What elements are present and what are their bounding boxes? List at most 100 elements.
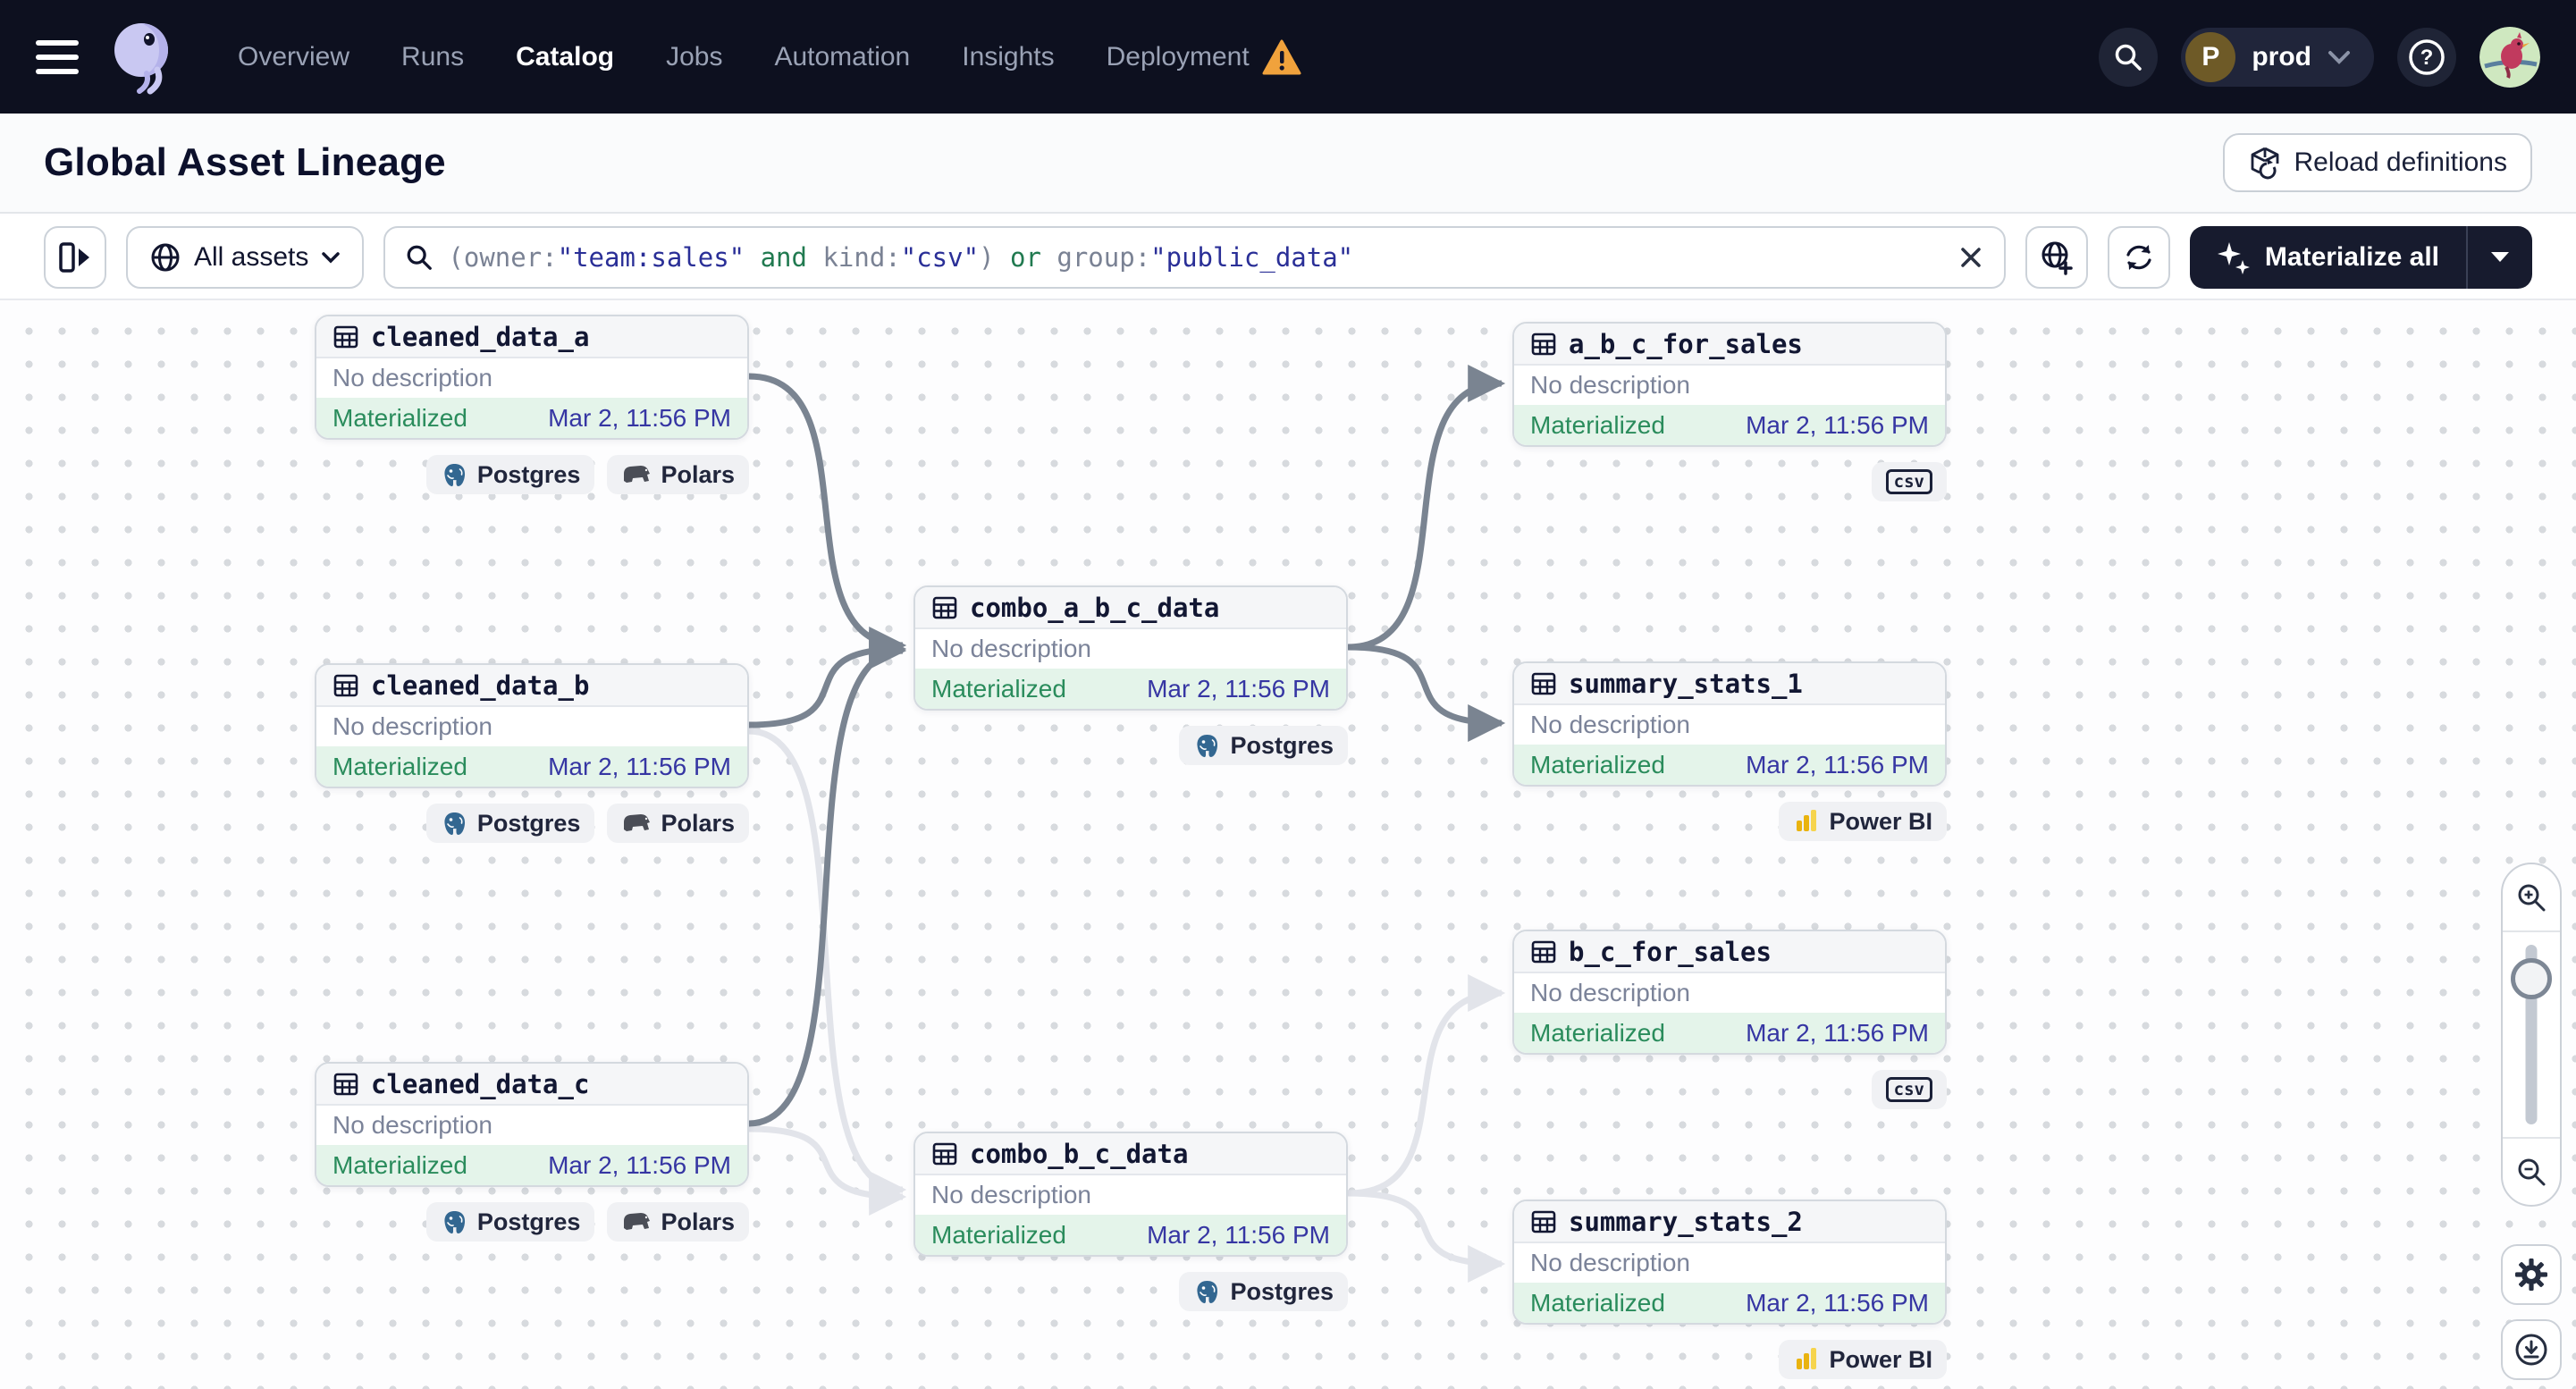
postgres-icon (1197, 1280, 1218, 1303)
kind-tag-postgres[interactable]: Postgres (1179, 726, 1348, 765)
nav-item-overview[interactable]: Overview (238, 42, 349, 72)
gear-icon (2515, 1259, 2547, 1291)
asset-name: summary_stats_2 (1569, 1206, 1803, 1237)
kind-tag-postgres[interactable]: Postgres (425, 455, 595, 494)
asset-card[interactable]: cleaned_data_c No description Materialized… (315, 1062, 749, 1187)
nav-item-jobs[interactable]: Jobs (666, 42, 722, 72)
kind-tag-csv[interactable]: csv (1871, 462, 1947, 501)
panel-expand-icon (59, 241, 89, 273)
nav-item-deployment[interactable]: Deployment (1107, 42, 1250, 72)
tag-label: Postgres (1230, 731, 1334, 759)
kind-tag-powerbi[interactable]: Power BI (1779, 1340, 1947, 1379)
kind-tag-powerbi[interactable]: Power BI (1779, 802, 1947, 841)
asset-card[interactable]: combo_b_c_data No description Materialized… (913, 1132, 1348, 1257)
asset-node-cleaned_data_a[interactable]: cleaned_data_a No description Materialized… (315, 315, 749, 494)
materialize-options-button[interactable] (2468, 250, 2532, 265)
status-badge: Materialized (931, 674, 1066, 703)
reload-definitions-icon (2251, 147, 2278, 180)
asset-status-row[interactable]: Materialized Mar 2, 11:56 PM (316, 398, 747, 438)
asset-status-row[interactable]: Materialized Mar 2, 11:56 PM (1514, 405, 1945, 445)
nav-item-automation[interactable]: Automation (774, 42, 910, 72)
kind-tag-postgres[interactable]: Postgres (425, 1202, 595, 1242)
asset-node-cleaned_data_c[interactable]: cleaned_data_c No description Materialized… (315, 1062, 749, 1242)
asset-node-combo_b_c_data[interactable]: combo_b_c_data No description Materialized… (913, 1132, 1348, 1311)
asset-node-header[interactable]: summary_stats_2 (1514, 1201, 1945, 1243)
help-button[interactable]: ? (2397, 27, 2456, 87)
search-icon (407, 245, 433, 270)
asset-node-b_c_for_sales[interactable]: b_c_for_sales No description Materialized M… (1512, 930, 1947, 1109)
kind-tag-postgres[interactable]: Postgres (1179, 1272, 1348, 1311)
new-asset-selection-button[interactable] (2025, 225, 2088, 289)
dagster-app: Overview Runs Catalog Jobs Automation Insight… (0, 0, 2576, 1389)
nav-item-catalog[interactable]: Catalog (516, 42, 614, 72)
kind-tag-postgres[interactable]: Postgres (425, 804, 595, 843)
asset-status-row[interactable]: Materialized Mar 2, 11:56 PM (316, 1145, 747, 1185)
asset-node-header[interactable]: combo_b_c_data (915, 1133, 1346, 1175)
asset-status-row[interactable]: Materialized Mar 2, 11:56 PM (316, 746, 747, 787)
asset-description: No description (333, 712, 492, 740)
reload-definitions-button[interactable]: Reload definitions (2222, 133, 2532, 192)
graph-settings-button[interactable] (2501, 1244, 2562, 1305)
open-sidebar-button[interactable] (44, 225, 106, 289)
asset-node-combo_a_b_c_data[interactable]: combo_a_b_c_data No description Materializ… (913, 585, 1348, 765)
kind-tag-polars[interactable]: Polars (607, 1202, 749, 1242)
dagster-logo-icon[interactable] (111, 20, 175, 95)
asset-scope-dropdown[interactable]: All assets (126, 225, 365, 289)
asset-status-row[interactable]: Materialized Mar 2, 11:56 PM (915, 1215, 1346, 1255)
materialization-timestamp: Mar 2, 11:56 PM (1147, 1220, 1330, 1249)
materialize-all-button[interactable]: Materialize all (2190, 240, 2466, 274)
environment-switcher[interactable]: P prod (2181, 27, 2374, 87)
asset-status-row[interactable]: Materialized Mar 2, 11:56 PM (1514, 1013, 1945, 1053)
refresh-button[interactable] (2107, 225, 2170, 289)
asset-node-header[interactable]: combo_a_b_c_data (915, 587, 1346, 629)
asset-card[interactable]: a_b_c_for_sales No description Materialize… (1512, 322, 1947, 447)
asset-card[interactable]: b_c_for_sales No description Materialized M… (1512, 930, 1947, 1055)
kind-tag-polars[interactable]: Polars (607, 455, 749, 494)
zoom-slider-thumb[interactable] (2511, 958, 2552, 999)
asset-status-row[interactable]: Materialized Mar 2, 11:56 PM (915, 669, 1346, 709)
asset-node-summary_stats_2[interactable]: summary_stats_2 No description Materialize… (1512, 1200, 1947, 1379)
asset-card[interactable]: cleaned_data_a No description Materialized… (315, 315, 749, 440)
asset-node-header[interactable]: a_b_c_for_sales (1514, 324, 1945, 366)
asset-node-header[interactable]: cleaned_data_c (316, 1064, 747, 1106)
asset-description: No description (1530, 711, 1690, 738)
asset-status-row[interactable]: Materialized Mar 2, 11:56 PM (1514, 1283, 1945, 1323)
zoom-out-button[interactable] (2503, 1139, 2560, 1205)
help-icon: ? (2409, 38, 2445, 75)
environment-badge: P (2185, 31, 2236, 82)
clear-search-icon[interactable] (1957, 244, 1984, 271)
query-segment: kind: (822, 241, 901, 273)
asset-description: No description (1530, 979, 1690, 1006)
asset-node-a_b_c_for_sales[interactable]: a_b_c_for_sales No description Materialize… (1512, 322, 1947, 501)
asset-card[interactable]: summary_stats_2 No description Materialize… (1512, 1200, 1947, 1325)
user-avatar[interactable] (2479, 26, 2540, 88)
kind-tag-polars[interactable]: Polars (607, 804, 749, 843)
asset-node-header[interactable]: b_c_for_sales (1514, 931, 1945, 973)
asset-node-header[interactable]: cleaned_data_a (316, 316, 747, 358)
table-icon (932, 1142, 957, 1165)
asset-card[interactable]: combo_a_b_c_data No description Materializ… (913, 585, 1348, 711)
zoom-slider[interactable] (2503, 932, 2560, 1137)
asset-card[interactable]: summary_stats_1 No description Materialize… (1512, 661, 1947, 787)
asset-node-header[interactable]: summary_stats_1 (1514, 663, 1945, 705)
asset-node-summary_stats_1[interactable]: summary_stats_1 No description Materialize… (1512, 661, 1947, 841)
tag-label: Polars (661, 460, 735, 488)
asset-name: cleaned_data_c (371, 1068, 590, 1099)
reload-definitions-label: Reload definitions (2294, 147, 2508, 177)
download-view-button[interactable] (2501, 1319, 2562, 1380)
asset-node-cleaned_data_b[interactable]: cleaned_data_b No description Materialized… (315, 663, 749, 843)
search-button[interactable] (2099, 27, 2159, 87)
asset-search-input[interactable]: (owner:"team:sales" and kind:"csv") or g… (383, 225, 2006, 289)
nav-item-insights[interactable]: Insights (962, 42, 1054, 72)
postgres-icon (1197, 734, 1218, 757)
asset-name: cleaned_data_b (371, 669, 590, 701)
zoom-in-button[interactable] (2503, 864, 2560, 930)
nav-item-runs[interactable]: Runs (401, 42, 464, 72)
tag-label: Postgres (476, 809, 581, 837)
menu-icon[interactable] (36, 39, 79, 74)
asset-node-header[interactable]: cleaned_data_b (316, 665, 747, 707)
table-icon (932, 596, 957, 619)
asset-card[interactable]: cleaned_data_b No description Materialized… (315, 663, 749, 788)
kind-tag-csv[interactable]: csv (1871, 1070, 1947, 1109)
asset-status-row[interactable]: Materialized Mar 2, 11:56 PM (1514, 745, 1945, 785)
